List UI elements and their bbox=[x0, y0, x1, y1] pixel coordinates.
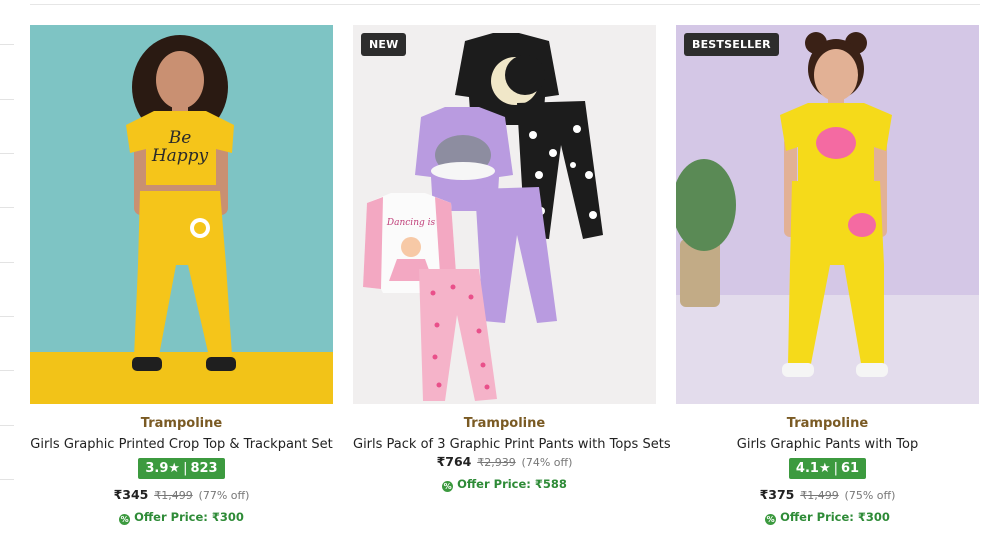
price-row: ₹764 ₹2,939 (74% off) bbox=[353, 454, 656, 469]
offer-price-row: % Offer Price: ₹588 bbox=[353, 477, 656, 492]
product-brand[interactable]: Trampoline bbox=[30, 416, 333, 431]
product-image[interactable]: BESTSELLER bbox=[676, 25, 979, 404]
offer-price: Offer Price: ₹588 bbox=[457, 477, 567, 491]
mrp-price: ₹1,499 bbox=[154, 489, 193, 502]
product-image[interactable]: Dancing is NEW bbox=[353, 25, 656, 404]
offer-price-row: % Offer Price: ₹300 bbox=[30, 510, 333, 525]
product-name[interactable]: Girls Graphic Printed Crop Top & Trackpa… bbox=[30, 437, 333, 452]
discount-percent: (75% off) bbox=[844, 489, 896, 502]
svg-text:Be: Be bbox=[168, 128, 192, 148]
product-brand[interactable]: Trampoline bbox=[353, 416, 656, 431]
star-icon: ★ bbox=[818, 461, 831, 476]
offer-price: Offer Price: ₹300 bbox=[134, 510, 244, 524]
mrp-price: ₹1,499 bbox=[800, 489, 839, 502]
product-card[interactable]: Be Happy Trampoline Girls Graphic Printe… bbox=[30, 25, 333, 525]
price-row: ₹375 ₹1,499 (75% off) bbox=[676, 487, 979, 502]
discount-percent: (74% off) bbox=[521, 456, 573, 469]
review-count: 823 bbox=[190, 461, 218, 476]
product-name[interactable]: Girls Graphic Pants with Top bbox=[676, 437, 979, 452]
top-divider bbox=[30, 4, 980, 5]
selling-price: ₹375 bbox=[759, 487, 795, 502]
offer-tag-icon: % bbox=[119, 514, 131, 525]
offer-price-row: % Offer Price: ₹300 bbox=[676, 510, 979, 525]
selling-price: ₹764 bbox=[436, 454, 472, 469]
product-brand[interactable]: Trampoline bbox=[676, 416, 979, 431]
rating-badge: 4.1★ | 61 bbox=[788, 458, 867, 479]
product-card[interactable]: Dancing is NEW Trampoline Girls Pack of … bbox=[353, 25, 671, 492]
rating-value: 3.9 bbox=[145, 461, 169, 476]
rating-separator: | bbox=[183, 461, 188, 476]
bestseller-badge: BESTSELLER bbox=[684, 33, 779, 56]
offer-tag-icon: % bbox=[442, 481, 454, 492]
review-count: 61 bbox=[840, 461, 860, 476]
rating-separator: | bbox=[833, 461, 838, 476]
product-name[interactable]: Girls Pack of 3 Graphic Print Pants with… bbox=[353, 437, 671, 452]
price-row: ₹345 ₹1,499 (77% off) bbox=[30, 487, 333, 502]
rating-row: 3.9★ | 823 bbox=[30, 458, 333, 479]
discount-percent: (77% off) bbox=[198, 489, 250, 502]
svg-text:Dancing is: Dancing is bbox=[386, 218, 436, 228]
mrp-price: ₹2,939 bbox=[477, 456, 516, 469]
offer-price: Offer Price: ₹300 bbox=[780, 510, 890, 524]
product-image[interactable]: Be Happy bbox=[30, 25, 333, 404]
svg-text:Happy: Happy bbox=[151, 146, 209, 166]
offer-tag-icon: % bbox=[765, 514, 777, 525]
rating-value: 4.1 bbox=[795, 461, 819, 476]
rating-badge: 3.9★ | 823 bbox=[138, 458, 225, 479]
selling-price: ₹345 bbox=[113, 487, 149, 502]
product-card[interactable]: BESTSELLER Trampoline Girls Graphic Pant… bbox=[676, 25, 979, 525]
left-sidebar-edge bbox=[0, 0, 14, 559]
star-icon: ★ bbox=[168, 461, 181, 476]
new-badge: NEW bbox=[361, 33, 407, 56]
rating-row: 4.1★ | 61 bbox=[676, 458, 979, 479]
